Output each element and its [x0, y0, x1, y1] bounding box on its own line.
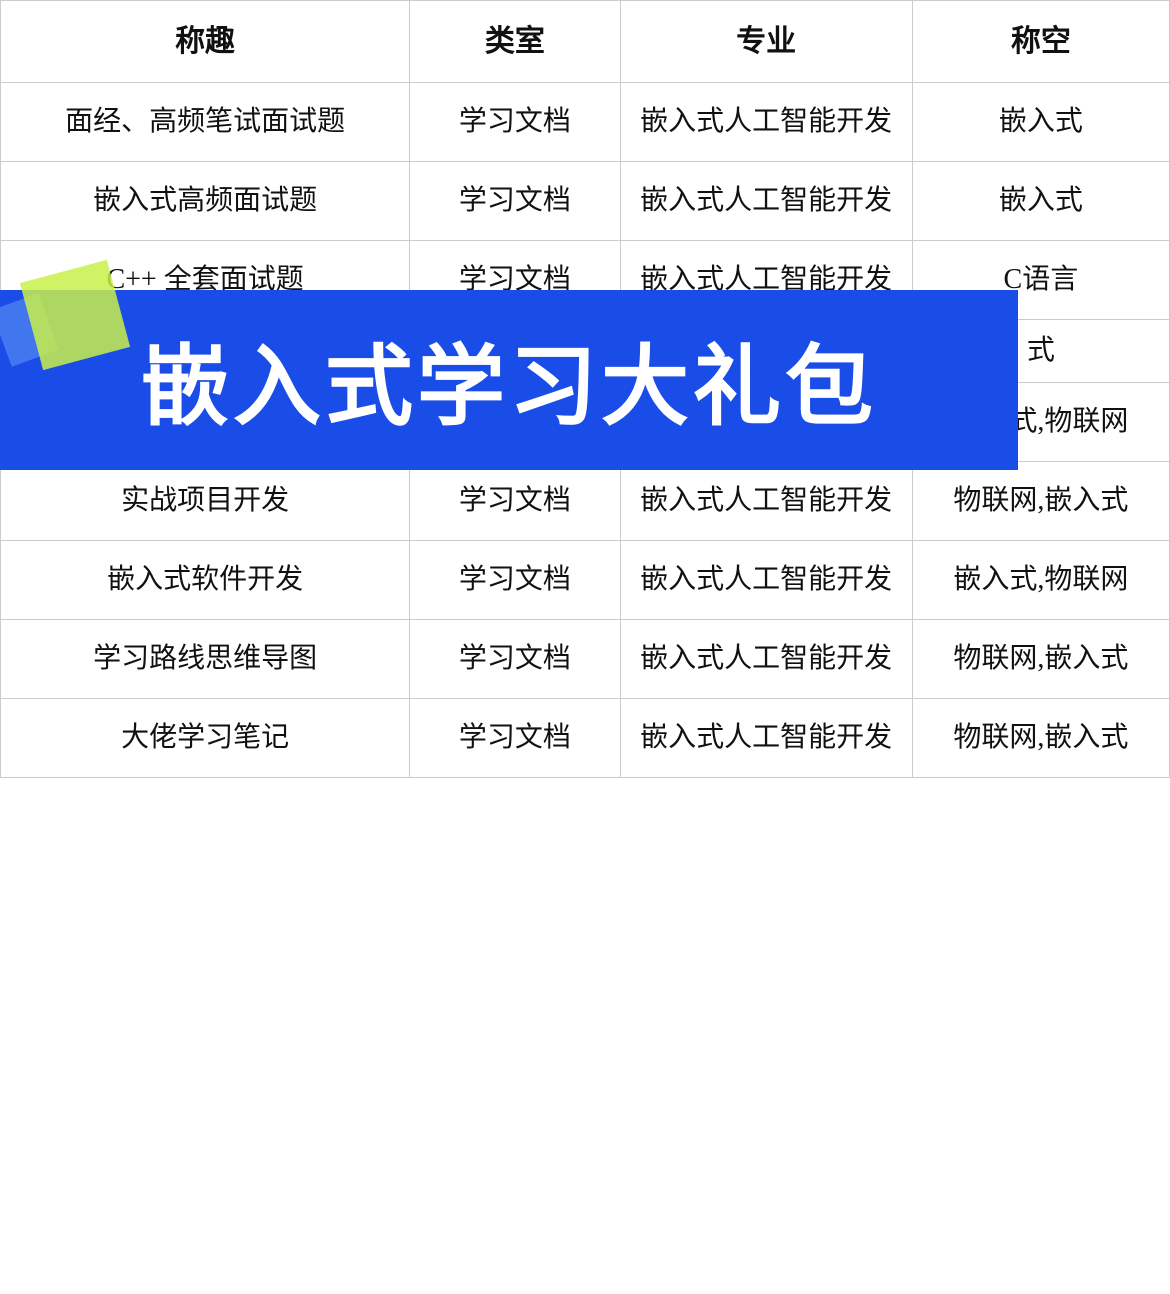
cell-0-3: 嵌入式: [912, 83, 1169, 162]
table-row: 实战项目开发学习文档嵌入式人工智能开发物联网,嵌入式: [1, 462, 1170, 541]
table-header-row: 称趣 类室 专业 称空: [1, 1, 1170, 83]
cell-7-2: 嵌入式人工智能开发: [620, 620, 912, 699]
promo-banner: 嵌入式学习大礼包: [0, 290, 1018, 470]
cell-6-2: 嵌入式人工智能开发: [620, 541, 912, 620]
cell-8-2: 嵌入式人工智能开发: [620, 699, 912, 778]
cell-1-1: 学习文档: [410, 162, 620, 241]
cell-6-1: 学习文档: [410, 541, 620, 620]
cell-7-1: 学习文档: [410, 620, 620, 699]
table-row: 面经、高频笔试面试题学习文档嵌入式人工智能开发嵌入式: [1, 83, 1170, 162]
header-col1: 称趣: [1, 1, 410, 83]
cell-1-2: 嵌入式人工智能开发: [620, 162, 912, 241]
cell-0-0: 面经、高频笔试面试题: [1, 83, 410, 162]
table-row: 大佬学习笔记学习文档嵌入式人工智能开发物联网,嵌入式: [1, 699, 1170, 778]
table-row: 嵌入式软件开发学习文档嵌入式人工智能开发嵌入式,物联网: [1, 541, 1170, 620]
header-col2: 类室: [410, 1, 620, 83]
main-container: 称趣 类室 专业 称空 面经、高频笔试面试题学习文档嵌入式人工智能开发嵌入式嵌入…: [0, 0, 1170, 778]
header-col3: 专业: [620, 1, 912, 83]
table-row: 嵌入式高频面试题学习文档嵌入式人工智能开发嵌入式: [1, 162, 1170, 241]
cell-0-2: 嵌入式人工智能开发: [620, 83, 912, 162]
cell-5-2: 嵌入式人工智能开发: [620, 462, 912, 541]
cell-8-1: 学习文档: [410, 699, 620, 778]
table-row: 学习路线思维导图学习文档嵌入式人工智能开发物联网,嵌入式: [1, 620, 1170, 699]
cell-1-3: 嵌入式: [912, 162, 1169, 241]
cell-6-3: 嵌入式,物联网: [912, 541, 1169, 620]
cell-5-3: 物联网,嵌入式: [912, 462, 1169, 541]
header-col4: 称空: [912, 1, 1169, 83]
cell-7-3: 物联网,嵌入式: [912, 620, 1169, 699]
cell-8-3: 物联网,嵌入式: [912, 699, 1169, 778]
cell-0-1: 学习文档: [410, 83, 620, 162]
cell-7-0: 学习路线思维导图: [1, 620, 410, 699]
cell-6-0: 嵌入式软件开发: [1, 541, 410, 620]
cell-5-0: 实战项目开发: [1, 462, 410, 541]
cell-8-0: 大佬学习笔记: [1, 699, 410, 778]
banner-text: 嵌入式学习大礼包: [141, 316, 877, 443]
cell-5-1: 学习文档: [410, 462, 620, 541]
cell-1-0: 嵌入式高频面试题: [1, 162, 410, 241]
